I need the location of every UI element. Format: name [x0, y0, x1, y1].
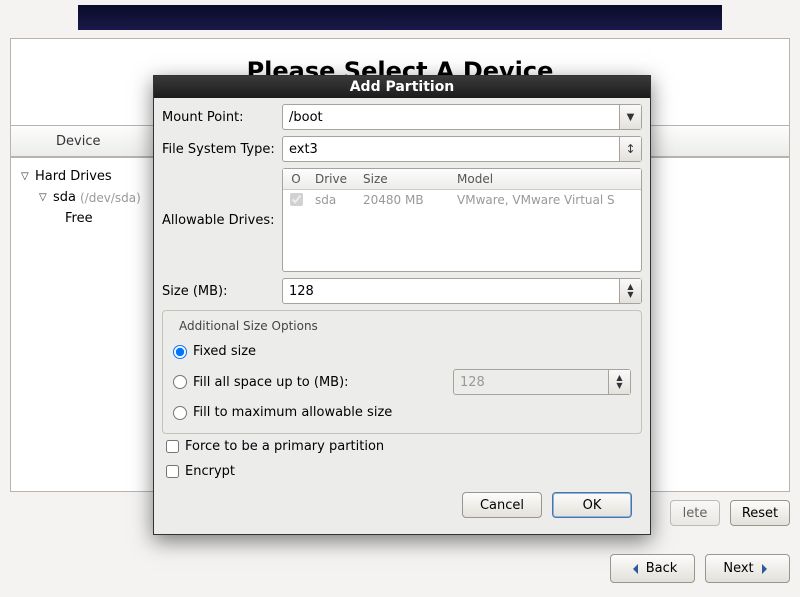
reset-button[interactable]: Reset: [730, 500, 790, 526]
delete-button[interactable]: lete: [670, 500, 720, 526]
mount-point-value: /boot: [289, 110, 323, 125]
updown-icon[interactable]: ↕: [619, 137, 641, 161]
drive-model: VMware, VMware Virtual S: [451, 190, 641, 212]
drives-col-drive[interactable]: Drive: [309, 169, 357, 189]
drives-col-check[interactable]: O: [283, 169, 309, 189]
opt-fill-max[interactable]: Fill to maximum allowable size: [173, 400, 631, 425]
checkbox-force-primary[interactable]: [166, 440, 179, 453]
drive-size: 20480 MB: [357, 190, 451, 212]
checkbox-label: Encrypt: [185, 464, 235, 479]
fill-up-spinner: 128 ▲▼: [453, 369, 631, 395]
allowable-drives-list[interactable]: O Drive Size Model sda 20480 MB VMware, …: [282, 168, 642, 272]
opt-fill-up-to[interactable]: Fill all space up to (MB): 128 ▲▼: [173, 364, 631, 400]
size-spinner[interactable]: 128 ▲▼: [282, 278, 642, 304]
back-button[interactable]: Back: [610, 554, 695, 583]
chevron-down-icon[interactable]: ▼: [619, 105, 641, 129]
add-partition-dialog: Add Partition Mount Point: /boot ▼ File …: [153, 75, 651, 535]
mount-point-label: Mount Point:: [162, 110, 282, 125]
force-primary-row[interactable]: Force to be a primary partition: [162, 434, 642, 459]
fs-type-value: ext3: [289, 142, 318, 157]
expander-icon[interactable]: ▽: [39, 192, 49, 203]
drives-col-model[interactable]: Model: [451, 169, 641, 189]
top-banner: [78, 5, 722, 30]
next-label: Next: [723, 561, 753, 576]
additional-size-options: Additional Size Options Fixed size Fill …: [162, 310, 642, 434]
wizard-nav: Back Next: [10, 554, 790, 584]
drive-name: sda: [309, 190, 357, 212]
back-label: Back: [646, 561, 678, 576]
size-label: Size (MB):: [162, 284, 282, 299]
tree-label: Free: [65, 211, 93, 226]
tree-label-path: (/dev/sda): [80, 191, 141, 205]
opt-label: Fill to maximum allowable size: [193, 405, 392, 420]
tree-label: Hard Drives: [35, 169, 112, 184]
opt-label: Fixed size: [193, 344, 256, 359]
tree-label: sda: [53, 190, 76, 205]
checkbox-encrypt[interactable]: [166, 465, 179, 478]
opt-label: Fill all space up to (MB):: [193, 375, 349, 390]
fill-up-value: 128: [460, 375, 485, 390]
size-value: 128: [289, 284, 314, 299]
expander-icon[interactable]: ▽: [21, 171, 31, 182]
spinner-icon[interactable]: ▲▼: [619, 279, 641, 303]
fs-type-label: File System Type:: [162, 142, 282, 157]
drives-col-size[interactable]: Size: [357, 169, 451, 189]
dialog-titlebar[interactable]: Add Partition: [154, 76, 650, 98]
radio-fixed[interactable]: [173, 345, 187, 359]
drives-header: O Drive Size Model: [283, 169, 641, 190]
next-button[interactable]: Next: [705, 554, 790, 583]
mount-point-combo[interactable]: /boot ▼: [282, 104, 642, 130]
encrypt-row[interactable]: Encrypt: [162, 459, 642, 484]
drive-checkbox[interactable]: [290, 193, 303, 206]
spinner-icon: ▲▼: [608, 370, 630, 394]
fieldset-legend: Additional Size Options: [175, 319, 322, 333]
opt-fixed-size[interactable]: Fixed size: [173, 339, 631, 364]
fs-type-combo[interactable]: ext3 ↕: [282, 136, 642, 162]
radio-fill-up[interactable]: [173, 375, 187, 389]
drive-row[interactable]: sda 20480 MB VMware, VMware Virtual S: [283, 190, 641, 212]
panel-button-row: lete Reset: [10, 500, 790, 530]
allowable-drives-label: Allowable Drives:: [162, 213, 282, 228]
radio-fill-max[interactable]: [173, 406, 187, 420]
checkbox-label: Force to be a primary partition: [185, 439, 384, 454]
